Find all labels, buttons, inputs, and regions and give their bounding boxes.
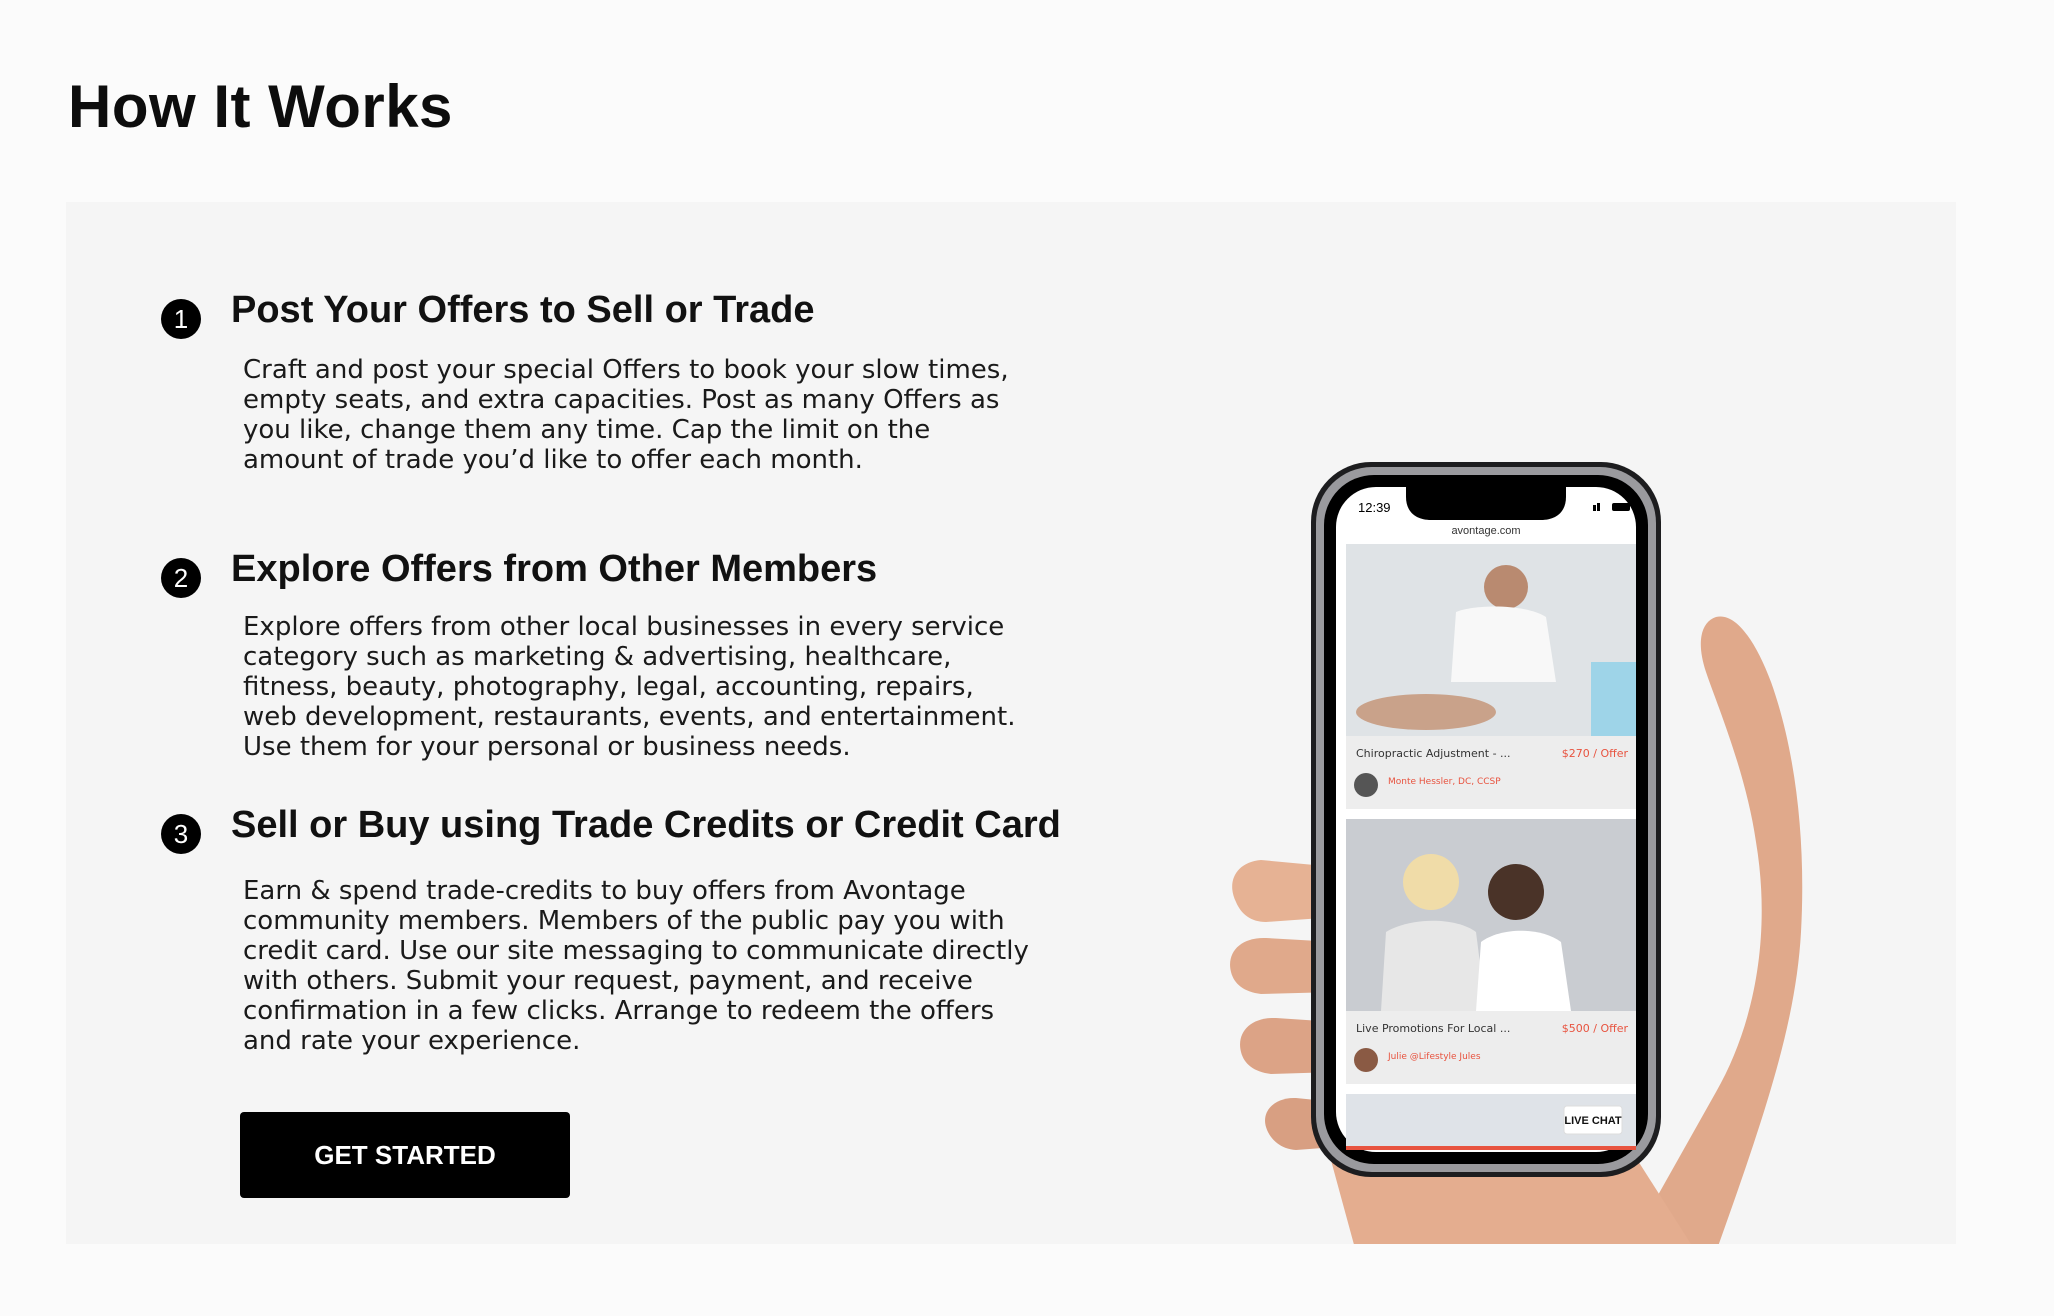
step-1-title: Post Your Offers to Sell or Trade [231,289,815,331]
step-1-number-badge: 1 [161,299,201,339]
offer-2-seller-avatar [1354,1048,1378,1072]
phone-status-time: 12:39 [1358,500,1391,515]
step-2-description: Explore offers from other local business… [243,612,1016,762]
step-2-title: Explore Offers from Other Members [231,548,878,590]
offer-1-price: $270 / Offer [1562,747,1629,760]
offer-1-title: Chiropractic Adjustment - ... [1356,747,1511,760]
offer-2-title: Live Promotions For Local ... [1356,1022,1510,1035]
step-2-number-badge: 2 [161,558,201,598]
step-1-description: Craft and post your special Offers to bo… [243,355,1009,475]
offer-2-price: $500 / Offer [1562,1022,1629,1035]
offer-1-seller: Monte Hessler, DC, CCSP [1388,777,1501,787]
offer-2-seller: Julie @Lifestyle Jules [1387,1052,1481,1062]
page-title: How It Works [68,73,453,140]
phone-url-bar: avontage.com [1451,525,1520,537]
how-it-works-panel: 1 Post Your Offers to Sell or Trade Craf… [66,202,1956,1244]
phone-offer-card-1[interactable]: Chiropractic Adjustment - ... $270 / Off… [1346,544,1636,809]
step-3-title: Sell or Buy using Trade Credits or Credi… [231,804,1061,846]
step-3-number-badge: 3 [161,814,201,854]
step-3-description: Earn & spend trade-credits to buy offers… [243,876,1029,1056]
live-chat-label: LIVE CHAT [1564,1115,1622,1127]
get-started-button[interactable]: GET STARTED [240,1112,570,1198]
live-chat-button[interactable]: LIVE CHAT [1563,1105,1623,1135]
phone-in-hand-illustration: 12:39 avontage.com Chiropractic Adjustme… [1230,462,1803,1244]
offer-1-seller-avatar [1354,773,1378,797]
phone-offer-card-2[interactable]: Live Promotions For Local ... $500 / Off… [1346,819,1636,1084]
